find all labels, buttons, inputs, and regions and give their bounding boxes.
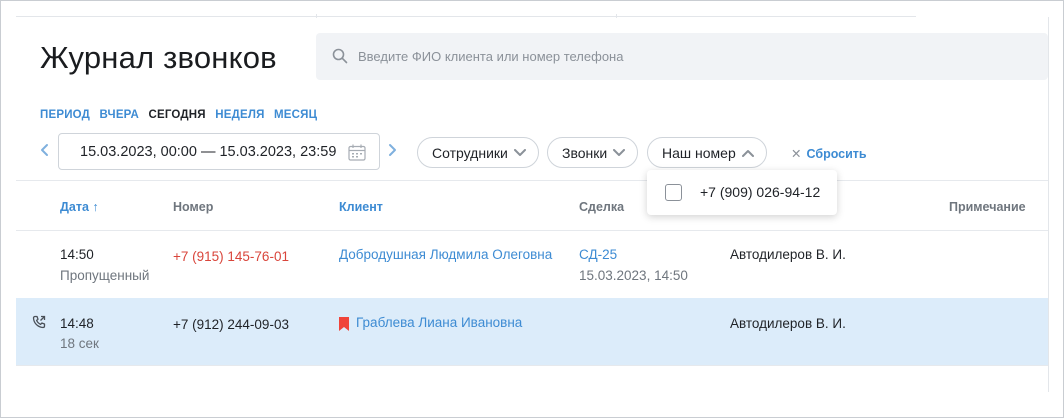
column-header-note: Примечание	[949, 200, 1026, 214]
column-header-deal: Сделка	[579, 200, 625, 214]
our-number-dropdown: +7 (909) 026-94-12	[647, 170, 837, 215]
our-number-filter[interactable]: Наш номер	[647, 137, 767, 168]
number-checkbox[interactable]	[665, 184, 682, 201]
search-input[interactable]	[358, 45, 958, 67]
close-icon: ✕	[791, 147, 802, 161]
chevron-up-icon	[741, 150, 754, 157]
period-option-week[interactable]: НЕДЕЛЯ	[215, 109, 264, 121]
header-divider	[16, 180, 1048, 181]
column-header-date[interactable]: Дата ↑	[60, 200, 99, 214]
table-row-selected[interactable]	[16, 298, 1048, 365]
client-link[interactable]: Граблева Лиана Ивановна	[356, 315, 522, 330]
employees-filter[interactable]: Сотрудники	[417, 137, 539, 168]
calendar-icon[interactable]	[348, 144, 366, 161]
phone-icon	[32, 315, 46, 329]
top-divider	[16, 14, 916, 18]
reset-filters-button[interactable]: ✕ Сбросить	[791, 146, 867, 161]
search-box[interactable]	[316, 33, 1048, 80]
bookmark-icon	[339, 317, 349, 331]
client-link[interactable]: Добродушная Людмила Олеговна	[339, 247, 552, 262]
call-status: Пропущенный	[60, 268, 150, 283]
prev-period-icon[interactable]	[39, 143, 51, 157]
period-option-month[interactable]: МЕСЯЦ	[274, 109, 317, 121]
call-time: 14:48	[60, 316, 94, 331]
page-title: Журнал звонков	[40, 40, 277, 75]
employees-filter-label: Сотрудники	[432, 145, 508, 161]
calls-filter-label: Звонки	[562, 145, 608, 161]
column-header-client[interactable]: Клиент	[339, 200, 383, 214]
deal-link[interactable]: СД-25	[579, 247, 617, 262]
date-range-field[interactable]: 15.03.2023, 00:00 — 15.03.2023, 23:59	[58, 133, 380, 170]
employee-name: Автодилеров В. И.	[730, 247, 846, 262]
chevron-down-icon	[613, 149, 626, 156]
calls-filter[interactable]: Звонки	[547, 137, 638, 168]
search-icon	[332, 48, 348, 64]
period-selector: ПЕРИОД ВЧЕРА СЕГОДНЯ НЕДЕЛЯ МЕСЯЦ	[40, 109, 323, 121]
number-option[interactable]: +7 (909) 026-94-12	[700, 184, 820, 200]
period-option-period[interactable]: ПЕРИОД	[40, 109, 90, 121]
reset-label: Сбросить	[806, 147, 867, 161]
row-divider	[16, 230, 1048, 231]
scrollbar[interactable]	[1048, 17, 1049, 392]
phone-number[interactable]: +7 (915) 145-76-01	[173, 249, 289, 264]
our-number-filter-label: Наш номер	[662, 145, 736, 161]
next-period-icon[interactable]	[386, 143, 398, 157]
phone-number[interactable]: +7 (912) 244-09-03	[173, 317, 289, 332]
period-option-yesterday[interactable]: ВЧЕРА	[99, 109, 139, 121]
period-option-today[interactable]: СЕГОДНЯ	[148, 109, 205, 121]
date-range-value: 15.03.2023, 00:00 — 15.03.2023, 23:59	[80, 144, 337, 160]
column-header-number: Номер	[173, 200, 214, 214]
deal-date: 15.03.2023, 14:50	[579, 268, 688, 283]
call-duration: 18 сек	[60, 336, 99, 351]
employee-name: Автодилеров В. И.	[730, 316, 846, 331]
call-time: 14:50	[60, 247, 94, 262]
table-bottom-divider	[16, 365, 1048, 366]
chevron-down-icon	[513, 149, 526, 156]
